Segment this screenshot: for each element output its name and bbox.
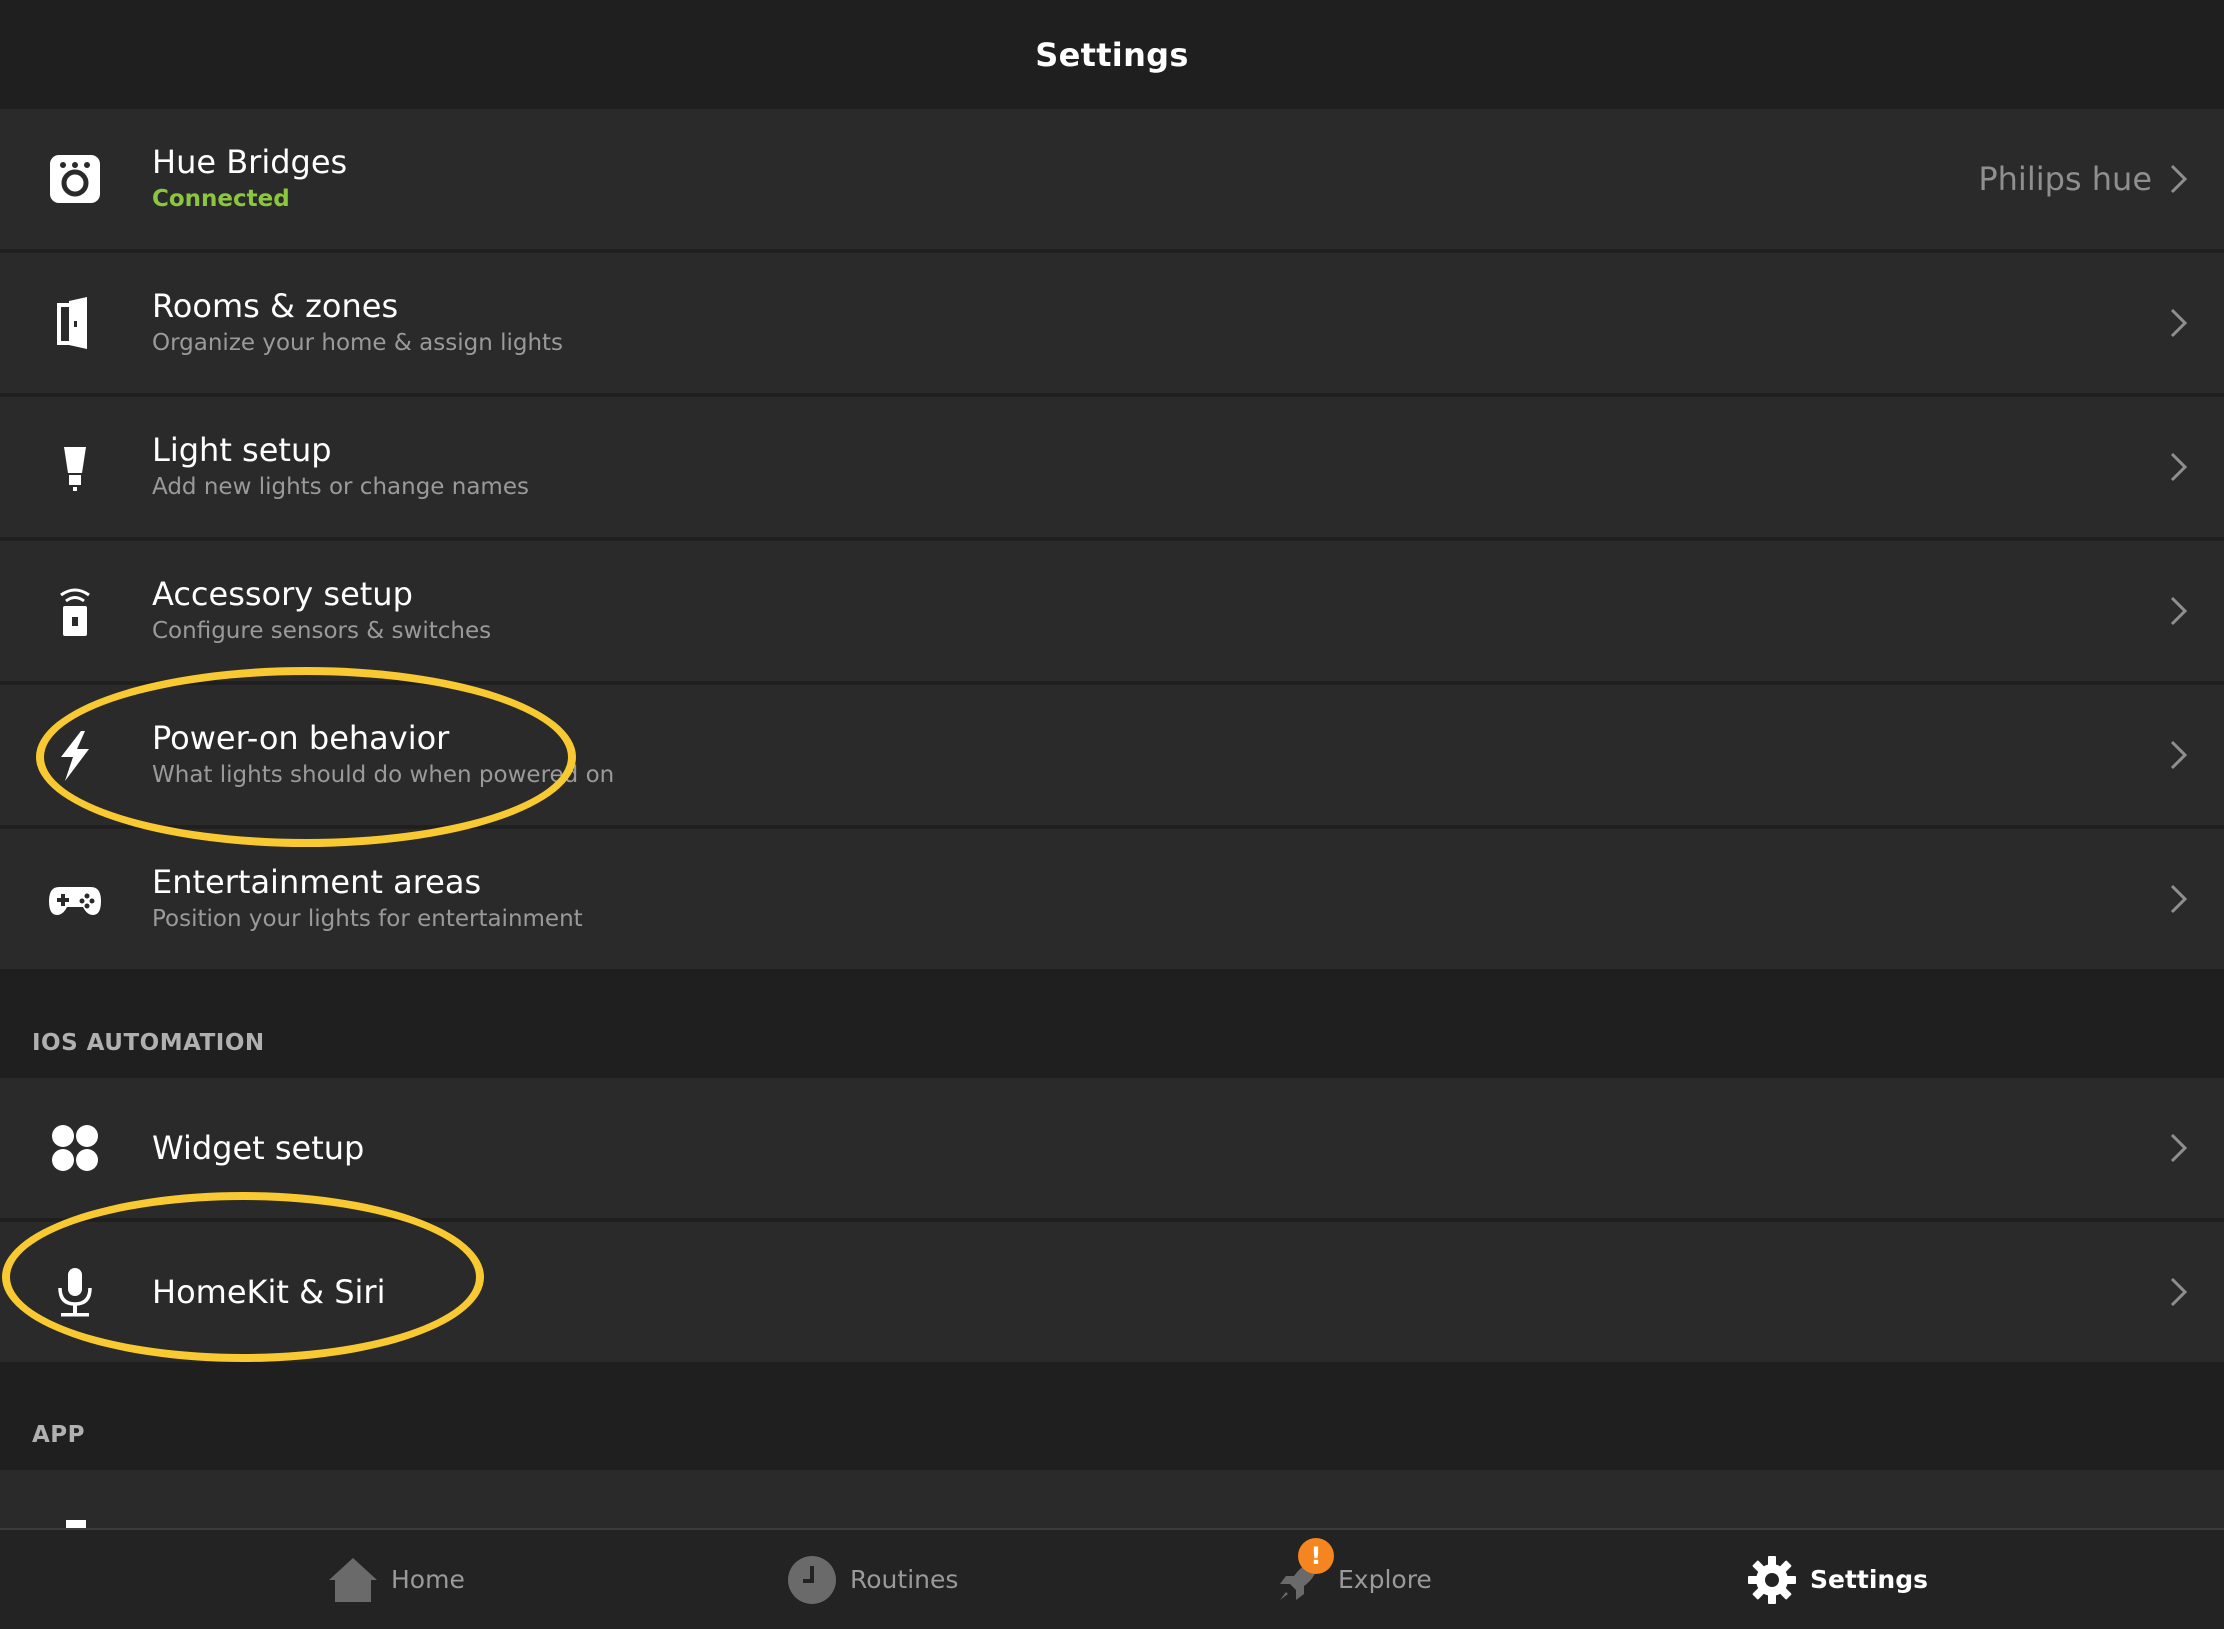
row-title: HomeKit & Siri (152, 1273, 386, 1311)
door-icon (40, 288, 110, 358)
widget-icon (40, 1113, 110, 1183)
tab-settings[interactable]: Settings (1746, 1530, 1928, 1629)
page-title: Settings (1035, 35, 1189, 74)
bulb-icon (40, 432, 110, 502)
tab-explore[interactable]: Explore ! (1274, 1530, 1432, 1629)
bottom-tab-bar: Home Routines Explore ! Settings (0, 1528, 2224, 1629)
bridge-icon (40, 144, 110, 214)
settings-row-widget-setup[interactable]: Widget setup (0, 1078, 2224, 1218)
row-title: Hue Bridges (152, 143, 348, 181)
chevron-right-icon (2168, 738, 2190, 772)
row-title: Light setup (152, 431, 332, 469)
connection-status: Connected (152, 186, 290, 212)
row-title: Widget setup (152, 1129, 365, 1167)
row-subtitle: Add new lights or change names (152, 474, 529, 500)
settings-row-accessory-setup[interactable]: Accessory setup Configure sensors & swit… (0, 541, 2224, 681)
chevron-right-icon (2168, 1275, 2190, 1309)
settings-row-light-setup[interactable]: Light setup Add new lights or change nam… (0, 397, 2224, 537)
settings-row-rooms-zones[interactable]: Rooms & zones Organize your home & assig… (0, 253, 2224, 393)
header-bar: Settings (0, 0, 2224, 109)
chevron-right-icon (2168, 450, 2190, 484)
microphone-icon (40, 1257, 110, 1327)
gamepad-icon (40, 864, 110, 934)
settings-row-hue-bridges[interactable]: Hue Bridges Connected Philips hue (0, 109, 2224, 249)
settings-row-app-partial[interactable] (0, 1470, 2224, 1528)
settings-row-power-on-behavior[interactable]: Power-on behavior What lights should do … (0, 685, 2224, 825)
row-subtitle: Configure sensors & switches (152, 618, 492, 644)
tab-label: Explore (1338, 1565, 1432, 1594)
settings-row-entertainment-areas[interactable]: Entertainment areas Position your lights… (0, 829, 2224, 969)
tab-label: Home (391, 1565, 465, 1594)
row-subtitle: Organize your home & assign lights (152, 330, 564, 356)
gear-icon (1748, 1555, 1796, 1604)
chevron-right-icon (2168, 882, 2190, 916)
notification-badge: ! (1298, 1538, 1334, 1574)
row-subtitle: What lights should do when powered on (152, 762, 615, 788)
row-title: Power-on behavior (152, 719, 450, 757)
row-subtitle: Position your lights for entertainment (152, 906, 583, 932)
tab-label: Routines (850, 1565, 959, 1594)
row-title: Rooms & zones (152, 287, 399, 325)
section-header-app: APP (32, 1422, 86, 1448)
tab-routines[interactable]: Routines (786, 1530, 958, 1629)
accessory-icon (40, 576, 110, 646)
chevron-right-icon (2168, 594, 2190, 628)
section-header-ios-automation: IOS AUTOMATION (32, 1030, 265, 1056)
chevron-right-icon (2168, 162, 2190, 196)
row-title: Accessory setup (152, 575, 413, 613)
home-icon (329, 1557, 377, 1602)
row-title: Entertainment areas (152, 863, 482, 901)
chevron-right-icon (2168, 1131, 2190, 1165)
tab-label: Settings (1810, 1565, 1929, 1594)
tab-home[interactable]: Home (327, 1530, 465, 1629)
settings-row-homekit-siri[interactable]: HomeKit & Siri (0, 1222, 2224, 1362)
clock-icon (788, 1555, 836, 1604)
lightning-icon (40, 720, 110, 790)
chevron-right-icon (2168, 306, 2190, 340)
bridge-name: Philips hue (1978, 160, 2152, 198)
partial-icon (66, 1520, 86, 1528)
